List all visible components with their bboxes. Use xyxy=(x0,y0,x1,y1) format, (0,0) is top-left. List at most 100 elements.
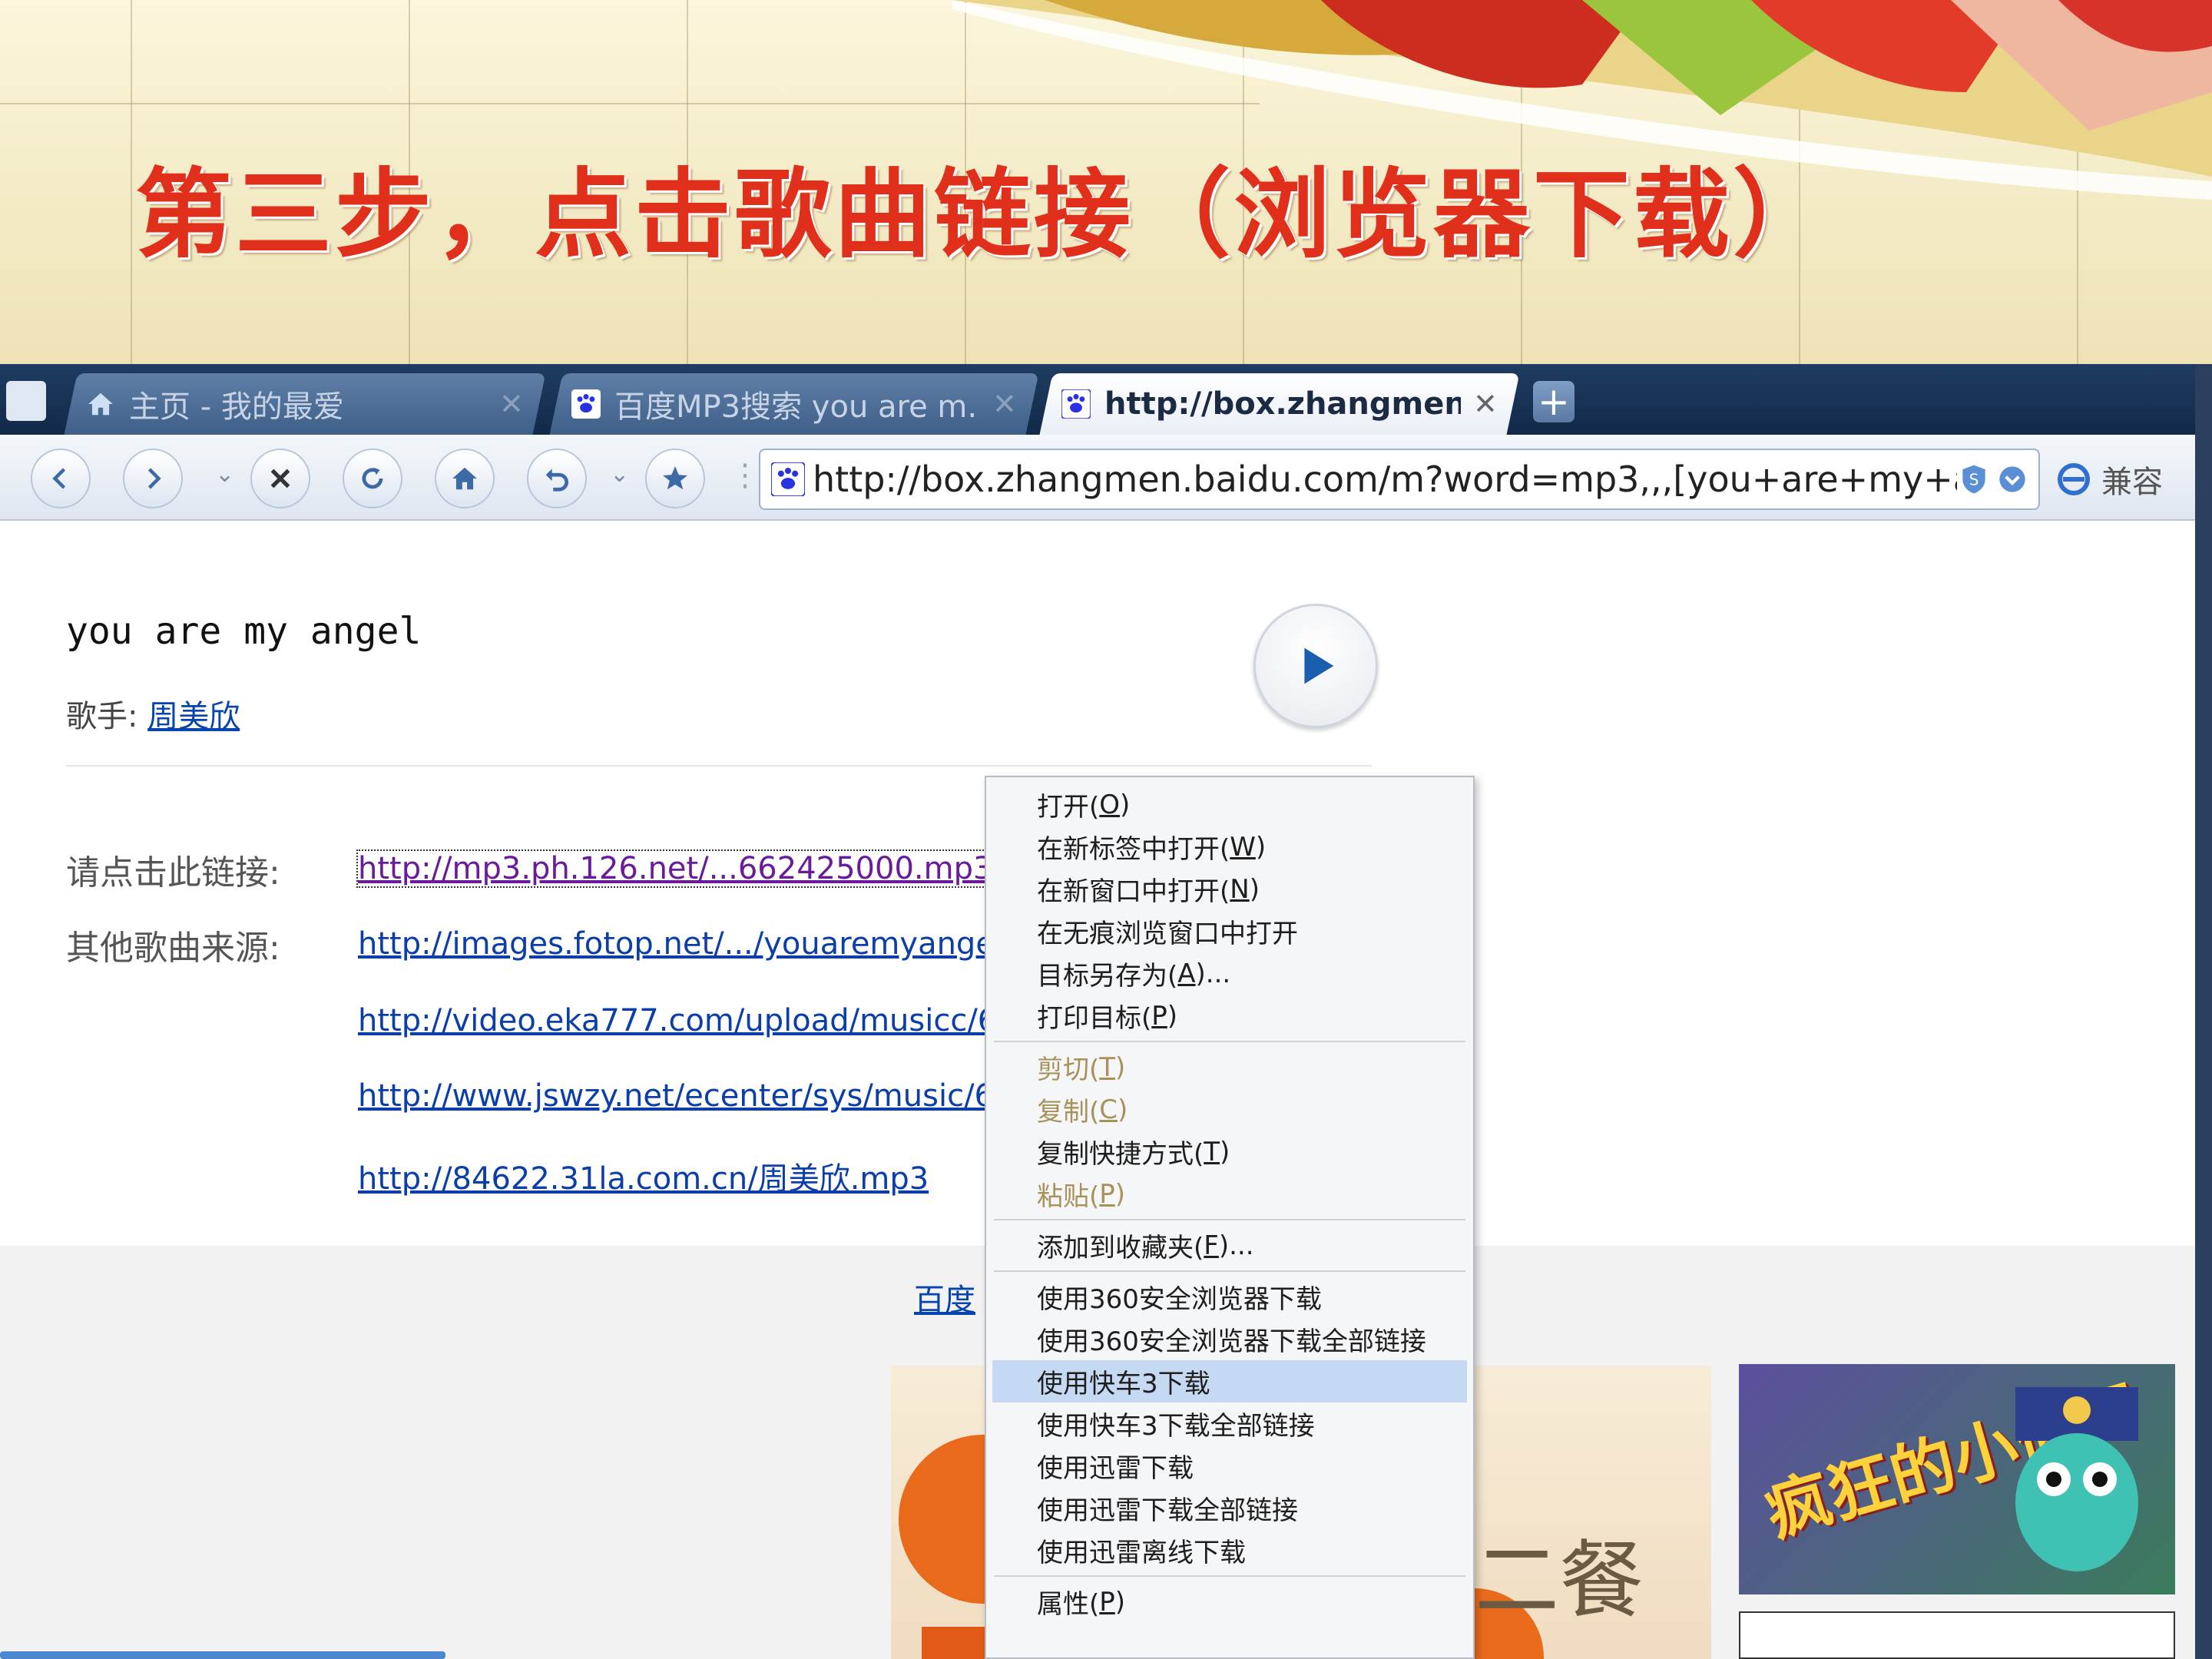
menu-accelerator-key: W xyxy=(1230,831,1256,863)
compat-mode-toggle[interactable]: 兼容 xyxy=(2055,449,2163,510)
tab-label: http://box.zhangmen.... xyxy=(1104,386,1462,422)
baidu-paw-icon xyxy=(1061,389,1091,419)
other-source-link[interactable]: http://www.jswzy.net/ecenter/sys/music/6… xyxy=(358,1078,1073,1114)
context-menu-item[interactable]: 使用迅雷离线下载 xyxy=(986,1529,1473,1571)
slide-title: 第三步，点击歌曲链接（浏览器下载） xyxy=(135,157,1833,271)
ie-icon xyxy=(2058,463,2090,495)
svg-text:S: S xyxy=(1969,470,1979,488)
context-menu-item[interactable]: 使用360安全浏览器下载全部链接 xyxy=(986,1318,1473,1360)
slide-header: 第三步，点击歌曲链接（浏览器下载） xyxy=(0,0,2212,366)
context-menu-item[interactable]: 使用360安全浏览器下载 xyxy=(986,1276,1473,1318)
menu-accelerator-key: A xyxy=(1177,958,1196,989)
menu-item-text: 使用迅雷下载 xyxy=(1037,1453,1194,1484)
tab-box-zhangmen[interactable]: http://box.zhangmen.... ✕ xyxy=(1039,373,1520,435)
horizontal-scrollbar[interactable] xyxy=(0,1651,445,1659)
menu-item-text: 使用快车3下载全部链接 xyxy=(1037,1411,1315,1442)
address-bar[interactable]: http://box.zhangmen.baidu.com/m?word=mp3… xyxy=(759,449,2040,510)
menu-item-suffix: ) xyxy=(1114,1178,1126,1210)
tab-bar: 主页 - 我的最爱 ✕ 百度MP3搜索 you are m... ✕ http:… xyxy=(0,364,2212,435)
chevron-down-icon[interactable] xyxy=(1997,464,2028,495)
tab-label: 主页 - 我的最爱 xyxy=(129,389,344,425)
compat-label: 兼容 xyxy=(2101,465,2163,500)
undo-dropdown-icon[interactable]: ⌄ xyxy=(610,461,629,488)
back-button[interactable] xyxy=(31,449,91,508)
close-icon[interactable]: ✕ xyxy=(1473,387,1498,421)
context-menu-item[interactable]: 添加到收藏夹(F)... xyxy=(986,1224,1473,1267)
other-source-link[interactable]: http://video.eka777.com/upload/musicc/6.… xyxy=(358,1003,1076,1038)
footer-link[interactable]: 百度 xyxy=(914,1275,975,1320)
context-menu-item[interactable]: 在新窗口中打开(N) xyxy=(986,868,1473,910)
menu-item-suffix: ) xyxy=(1167,1000,1178,1031)
menu-separator xyxy=(994,1219,1465,1220)
game-ad-caption-box xyxy=(1739,1611,2175,1659)
menu-item-text: 打开( xyxy=(1037,792,1100,823)
context-menu-item[interactable]: 复制快捷方式(T) xyxy=(986,1131,1473,1173)
context-menu-item[interactable]: 使用快车3下载 xyxy=(992,1360,1467,1402)
play-button[interactable] xyxy=(1253,604,1378,728)
game-ad[interactable]: 疯狂的小僵尸 xyxy=(1739,1364,2175,1594)
song-download-link[interactable]: http://mp3.ph.126.net/...662425000.mp3?f… xyxy=(356,849,1067,888)
context-menu-item[interactable]: 在新标签中打开(W) xyxy=(986,826,1473,868)
close-icon xyxy=(270,469,290,488)
menu-item-text: 复制( xyxy=(1037,1097,1100,1128)
close-icon[interactable]: ✕ xyxy=(992,387,1017,421)
home-button[interactable] xyxy=(435,449,495,508)
security-shield-icon[interactable]: S xyxy=(1957,462,1991,496)
context-menu-item[interactable]: 在无痕浏览窗口中打开 xyxy=(986,910,1473,952)
tab-list-icon[interactable] xyxy=(6,381,46,421)
menu-item-text: 目标另存为( xyxy=(1037,961,1178,992)
menu-item-text: 在新标签中打开( xyxy=(1037,834,1230,865)
refresh-icon xyxy=(362,467,383,489)
other-source-link[interactable]: http://images.fotop.net/.../youaremyange… xyxy=(358,926,1082,962)
history-dropdown-icon[interactable]: ⌄ xyxy=(215,461,234,488)
menu-accelerator-key: P xyxy=(1099,1178,1115,1210)
menu-item-suffix: ) xyxy=(1115,1051,1126,1083)
menu-accelerator-key: P xyxy=(1099,1586,1115,1618)
menu-item-text: 粘贴( xyxy=(1037,1181,1100,1212)
other-sources-label: 其他歌曲来源: xyxy=(66,929,280,968)
forward-button[interactable] xyxy=(123,449,183,508)
baidu-paw-icon xyxy=(771,462,805,496)
tab-home[interactable]: 主页 - 我的最爱 ✕ xyxy=(64,373,546,435)
close-icon[interactable]: ✕ xyxy=(499,387,524,421)
refresh-button[interactable] xyxy=(343,449,402,508)
menu-item-text: 在无痕浏览窗口中打开 xyxy=(1037,919,1298,949)
context-menu-item[interactable]: 打印目标(P) xyxy=(986,995,1473,1037)
ad-text: 二餐 xyxy=(1475,1532,1644,1630)
baidu-paw-icon xyxy=(571,389,601,419)
context-menu-item[interactable]: 属性(P) xyxy=(986,1581,1473,1623)
menu-item-suffix: ) xyxy=(1118,1094,1128,1125)
artist-link[interactable]: 周美欣 xyxy=(147,699,240,734)
menu-item-text: 打印目标( xyxy=(1037,1003,1152,1034)
menu-accelerator-key: T xyxy=(1099,1051,1116,1083)
address-url[interactable]: http://box.zhangmen.baidu.com/m?word=mp3… xyxy=(813,459,1957,500)
context-menu-item[interactable]: 目标另存为(A)... xyxy=(986,952,1473,995)
context-menu-item[interactable]: 使用迅雷下载全部链接 xyxy=(986,1487,1473,1529)
context-menu-item: 复制(C) xyxy=(986,1088,1473,1131)
home-icon xyxy=(452,467,477,490)
stop-button[interactable] xyxy=(250,449,310,508)
other-source-link[interactable]: http://84622.31la.com.cn/周美欣.mp3 xyxy=(358,1154,929,1198)
star-icon xyxy=(663,466,687,490)
menu-item-text: 在新窗口中打开( xyxy=(1037,876,1230,907)
menu-item-text: 使用快车3下载 xyxy=(1037,1369,1210,1399)
menu-item-suffix: )... xyxy=(1218,1230,1254,1261)
navigation-toolbar: ⌄ ⌄ ⋮ http://box.zhangmen.baidu.com/m?wo… xyxy=(0,435,2212,521)
menu-accelerator-key: P xyxy=(1151,1000,1167,1031)
favorite-button[interactable] xyxy=(645,449,705,508)
undo-close-button[interactable] xyxy=(527,449,587,508)
tab-baidu-mp3-search[interactable]: 百度MP3搜索 you are m... ✕ xyxy=(549,373,1039,435)
context-menu-item[interactable]: 打开(O) xyxy=(986,783,1473,826)
context-menu-item[interactable]: 使用迅雷下载 xyxy=(986,1445,1473,1487)
menu-item-text: 复制快捷方式( xyxy=(1037,1139,1204,1170)
context-menu-item: 粘贴(P) xyxy=(986,1173,1473,1215)
artist-label: 歌手: xyxy=(66,699,138,734)
new-tab-button[interactable]: + xyxy=(1533,381,1575,422)
menu-item-text: 使用迅雷离线下载 xyxy=(1037,1538,1246,1568)
context-menu-item[interactable]: 使用快车3下载全部链接 xyxy=(986,1402,1473,1445)
menu-item-text: 使用360安全浏览器下载 xyxy=(1037,1284,1322,1315)
tab-label: 百度MP3搜索 you are m... xyxy=(614,389,981,425)
menu-item-suffix: ) xyxy=(1255,831,1267,863)
chevron-right-icon xyxy=(147,468,161,489)
menu-item-text: 使用迅雷下载全部链接 xyxy=(1037,1495,1298,1526)
